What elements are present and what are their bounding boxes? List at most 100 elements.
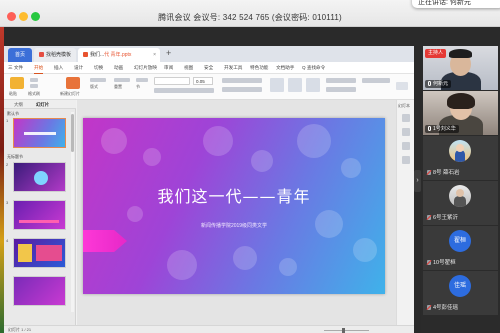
slide-thumbnail[interactable] [13, 276, 66, 306]
fill-outline-buttons[interactable] [326, 87, 356, 92]
paragraph-buttons[interactable] [222, 78, 262, 83]
menu-insert[interactable]: 插入 [54, 65, 63, 71]
bokeh-decoration [143, 148, 161, 166]
member-name: 10号翟桓 [427, 258, 456, 266]
section-default[interactable]: 默认节 [7, 111, 19, 117]
video-tile[interactable]: 主持人 何新元 [423, 46, 498, 90]
wps-ribbon: 粘贴 格式刷 新建幻灯片 版式 重置 节 0.05 [4, 74, 414, 100]
textbox-icon[interactable] [270, 78, 284, 92]
slide-subtitle[interactable]: 新闻传播学院2019级同类文学 [83, 222, 385, 229]
property-icon[interactable] [402, 114, 410, 122]
slide-thumbnail[interactable] [13, 162, 66, 192]
member-name: 6号王紫沂 [427, 213, 458, 221]
participant-name-tag: 何新元 [425, 80, 452, 88]
slide-thumbnail[interactable] [13, 118, 66, 148]
font-name-select[interactable] [154, 77, 190, 85]
member-tile[interactable]: 翟桓 10号翟桓 [423, 226, 498, 270]
right-tool-label: 幻灯本 [398, 103, 410, 108]
backup-icon[interactable] [402, 142, 410, 150]
host-badge: 主持人 [425, 49, 447, 58]
bokeh-decoration [341, 158, 361, 178]
tab-slides[interactable]: 幻灯片 [36, 102, 49, 108]
menu-review[interactable]: 审阅 [164, 65, 173, 71]
menu-features[interactable]: 特色功能 [250, 65, 268, 71]
shared-screen-wps: 首页 找稻壳模板 我们...代 青年.pptx × + 三 文件 开始 插入 设… [4, 46, 414, 333]
mic-icon [428, 126, 431, 131]
muted-mic-icon [427, 305, 431, 310]
menu-assistant[interactable]: 文档助手 [276, 65, 294, 71]
thumb-number: 2 [6, 162, 9, 167]
paste-icon[interactable] [10, 77, 24, 89]
participant-video [449, 49, 472, 58]
shapes-icon[interactable] [288, 78, 302, 92]
font-style-buttons[interactable] [154, 88, 214, 93]
avatar-initials: 翟桓 [449, 230, 471, 252]
avatar [449, 185, 471, 207]
cut-icon[interactable] [30, 78, 38, 82]
collapse-panel-button[interactable]: › [414, 170, 421, 192]
video-tile[interactable]: 1号刘义华 [423, 91, 498, 135]
menu-security[interactable]: 安全 [204, 65, 213, 71]
bokeh-decoration [251, 150, 273, 172]
bokeh-decoration [101, 128, 127, 154]
ribbon-collapse-icon[interactable] [396, 82, 408, 90]
layout-icon[interactable] [90, 78, 106, 82]
slide-thumbnail[interactable] [13, 238, 66, 268]
align-buttons[interactable] [222, 87, 262, 92]
thumb-number: 4 [6, 238, 9, 243]
wps-tab-bar: 首页 找稻壳模板 我们...代 青年.pptx × + [4, 46, 414, 62]
font-size-input[interactable]: 0.05 [193, 77, 213, 85]
menu-design[interactable]: 设计 [74, 65, 83, 71]
menu-transitions[interactable]: 切换 [94, 65, 103, 71]
tab-template[interactable]: 找稻壳模板 [34, 48, 76, 62]
menu-slideshow[interactable]: 幻灯片放映 [134, 65, 157, 71]
participant-name: 何新元 [433, 81, 449, 87]
zoom-slider-handle[interactable] [342, 328, 345, 333]
bokeh-decoration [127, 206, 143, 222]
slide-thumbnail[interactable] [13, 200, 66, 230]
find-replace-buttons[interactable] [362, 78, 390, 83]
wps-status-bar: 幻灯片 1 / 21 [4, 325, 414, 333]
section-icon[interactable] [136, 78, 148, 82]
thumb-number: 3 [6, 200, 9, 205]
tab-document[interactable]: 我们...代 青年.pptx × [78, 48, 160, 62]
slide-editing-canvas[interactable]: 我们这一代——青年 新闻传播学院2019级同类文学 [77, 100, 396, 325]
quick-style-buttons[interactable] [326, 78, 356, 83]
participant-panel: 主持人 何新元 1号刘义华 8号 薛石岩 6号王紫沂 翟桓 10号翟桓 佳瑶 4… [421, 46, 500, 333]
meeting-title: 腾讯会议 会议号: 342 524 765 (会议密码: 010111) [158, 13, 342, 22]
tab-outline[interactable]: 大纲 [14, 102, 23, 108]
menu-file[interactable]: 三 文件 [8, 65, 23, 71]
more-tools-icon[interactable] [402, 156, 410, 164]
member-tile[interactable]: 佳瑶 4号彭佳瑶 [423, 271, 498, 315]
tencent-meeting-window: 腾讯会议 会议号: 342 524 765 (会议密码: 010111) 正在讲… [0, 0, 500, 333]
tab-template-label: 找稻壳模板 [46, 52, 72, 58]
section-untitled[interactable]: 无标题节 [7, 154, 23, 160]
menu-view[interactable]: 视图 [184, 65, 193, 71]
zoom-slider-track[interactable] [324, 330, 369, 331]
tab-doc-prefix: 我们... [90, 52, 105, 58]
thumbnail-scrollbar-thumb[interactable] [71, 114, 74, 152]
pink-arrow-shape [83, 230, 127, 252]
arrange-icon[interactable] [306, 78, 320, 92]
new-tab-button[interactable]: + [166, 48, 171, 58]
format-painter-label: 格式刷 [28, 91, 40, 96]
menu-home[interactable]: 开始 [34, 65, 44, 74]
menu-animations[interactable]: 动画 [114, 65, 123, 71]
avatar-initials: 佳瑶 [449, 275, 471, 297]
slide-title[interactable]: 我们这一代——青年 [83, 183, 385, 207]
menu-developer[interactable]: 开发工具 [224, 65, 242, 71]
muted-mic-icon [427, 260, 431, 265]
close-tab-icon[interactable]: × [153, 48, 156, 62]
animation-pane-icon[interactable] [402, 128, 410, 136]
thumb-number: 1 [6, 118, 9, 123]
member-tile[interactable]: 6号王紫沂 [423, 181, 498, 225]
tab-home[interactable]: 首页 [8, 48, 32, 62]
current-slide[interactable]: 我们这一代——青年 新闻传播学院2019级同类文学 [83, 118, 385, 294]
member-name: 8号 薛石岩 [427, 168, 460, 176]
menu-search[interactable]: Q 查找命令 [302, 65, 325, 71]
reset-icon[interactable] [114, 78, 130, 82]
new-slide-icon[interactable] [66, 77, 80, 89]
avatar: 翟桓 [449, 230, 471, 252]
member-tile[interactable]: 8号 薛石岩 [423, 136, 498, 180]
copy-icon[interactable] [30, 84, 38, 88]
